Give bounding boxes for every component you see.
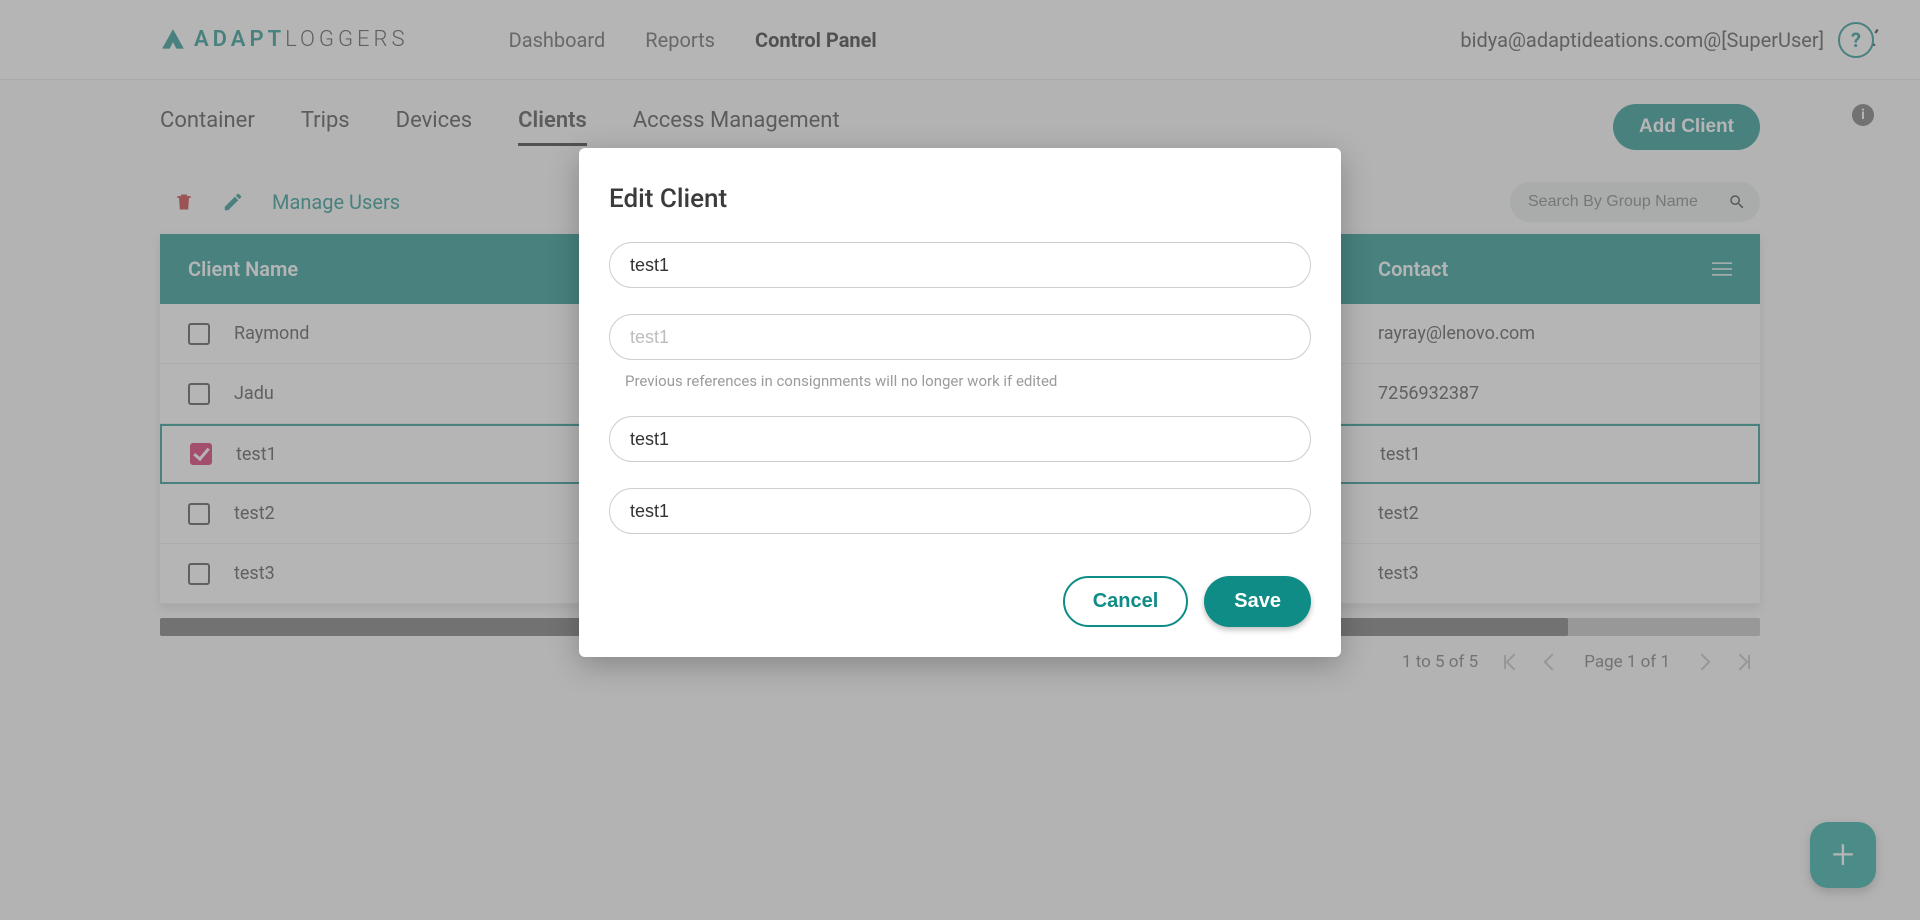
client-field-1[interactable] <box>609 242 1311 288</box>
cancel-button[interactable]: Cancel <box>1063 576 1189 627</box>
client-field-3[interactable] <box>609 416 1311 462</box>
edit-client-modal: Edit Client Previous references in consi… <box>579 148 1341 657</box>
client-field-4[interactable] <box>609 488 1311 534</box>
field-hint: Previous references in consignments will… <box>625 372 1311 390</box>
save-button[interactable]: Save <box>1204 576 1311 627</box>
modal-title: Edit Client <box>609 184 1311 214</box>
client-field-2[interactable] <box>609 314 1311 360</box>
